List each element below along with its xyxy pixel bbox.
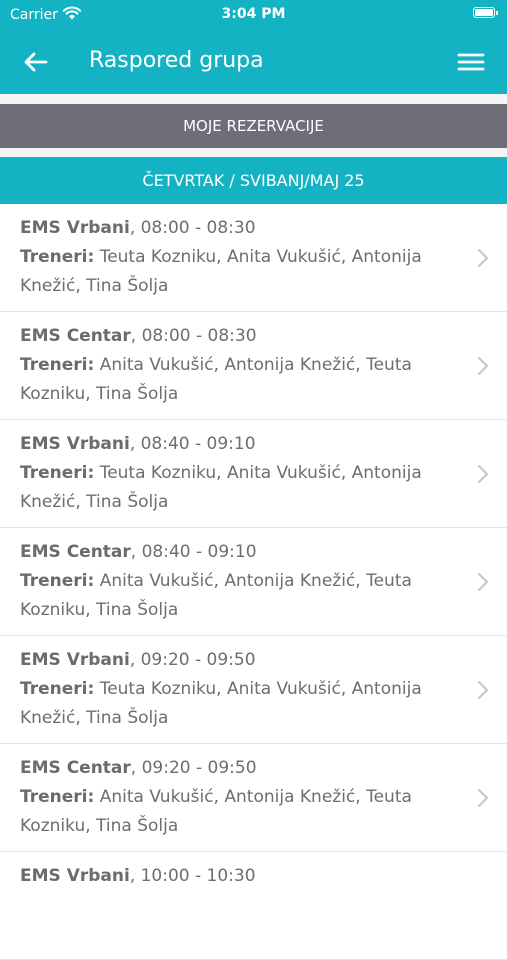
session-time: , 09:20 - 09:50 <box>129 650 256 670</box>
session-location: EMS Centar <box>20 542 131 562</box>
trainers-label: Treneri: <box>20 679 95 699</box>
back-arrow-icon[interactable] <box>20 46 52 78</box>
session-text: EMS Centar, 08:40 - 09:10 Treneri: Anita… <box>20 538 451 625</box>
status-bar: Carrier 3:04 PM <box>0 0 507 30</box>
session-time: , 10:00 - 10:30 <box>129 866 256 886</box>
my-reservations-button[interactable]: MOJE REZERVACIJE <box>0 104 507 148</box>
session-row[interactable]: EMS Vrbani, 09:20 - 09:50 Treneri: Teuta… <box>0 636 507 744</box>
session-row[interactable]: EMS Centar, 08:00 - 08:30 Treneri: Anita… <box>0 312 507 420</box>
session-row[interactable]: EMS Vrbani, 10:00 - 10:30 <box>0 852 507 960</box>
session-location: EMS Centar <box>20 758 131 778</box>
chevron-right-icon <box>478 789 488 807</box>
session-location: EMS Vrbani <box>20 650 130 670</box>
top-bar: Carrier 3:04 PM Raspored grupa <box>0 0 507 94</box>
status-time: 3:04 PM <box>221 6 286 22</box>
page-title: Raspored grupa <box>89 48 264 73</box>
session-row[interactable]: EMS Vrbani, 08:40 - 09:10 Treneri: Teuta… <box>0 420 507 528</box>
trainers-label: Treneri: <box>20 463 95 483</box>
session-text: EMS Vrbani, 10:00 - 10:30 <box>20 862 451 891</box>
date-header: ČETVRTAK / SVIBANJ/MAJ 25 <box>0 157 507 204</box>
session-row[interactable]: EMS Centar, 08:40 - 09:10 Treneri: Anita… <box>0 528 507 636</box>
session-time: , 09:20 - 09:50 <box>130 758 257 778</box>
chevron-right-icon <box>478 465 488 483</box>
nav-bar: Raspored grupa <box>0 30 507 94</box>
session-location: EMS Vrbani <box>20 218 130 238</box>
session-location: EMS Vrbani <box>20 866 130 886</box>
session-text: EMS Vrbani, 09:20 - 09:50 Treneri: Teuta… <box>20 646 451 733</box>
session-text: EMS Vrbani, 08:40 - 09:10 Treneri: Teuta… <box>20 430 451 517</box>
session-location: EMS Vrbani <box>20 434 130 454</box>
trainers-label: Treneri: <box>20 247 95 267</box>
session-time: , 08:40 - 09:10 <box>129 434 256 454</box>
session-time: , 08:00 - 08:30 <box>130 326 257 346</box>
hamburger-menu-icon[interactable] <box>455 46 487 78</box>
chevron-right-icon <box>478 573 488 591</box>
trainers-label: Treneri: <box>20 571 95 591</box>
battery-icon <box>473 7 498 18</box>
chevron-right-icon <box>478 681 488 699</box>
chevron-right-icon <box>478 357 488 375</box>
session-text: EMS Centar, 09:20 - 09:50 Treneri: Anita… <box>20 754 451 841</box>
session-text: EMS Vrbani, 08:00 - 08:30 Treneri: Teuta… <box>20 214 451 301</box>
session-time: , 08:00 - 08:30 <box>129 218 256 238</box>
session-row[interactable]: EMS Vrbani, 08:00 - 08:30 Treneri: Teuta… <box>0 204 507 312</box>
chevron-right-icon <box>478 249 488 267</box>
session-row[interactable]: EMS Centar, 09:20 - 09:50 Treneri: Anita… <box>0 744 507 852</box>
session-location: EMS Centar <box>20 326 131 346</box>
trainers-label: Treneri: <box>20 355 95 375</box>
session-text: EMS Centar, 08:00 - 08:30 Treneri: Anita… <box>20 322 451 409</box>
session-list: EMS Vrbani, 08:00 - 08:30 Treneri: Teuta… <box>0 204 507 960</box>
session-time: , 08:40 - 09:10 <box>130 542 257 562</box>
trainers-label: Treneri: <box>20 787 95 807</box>
